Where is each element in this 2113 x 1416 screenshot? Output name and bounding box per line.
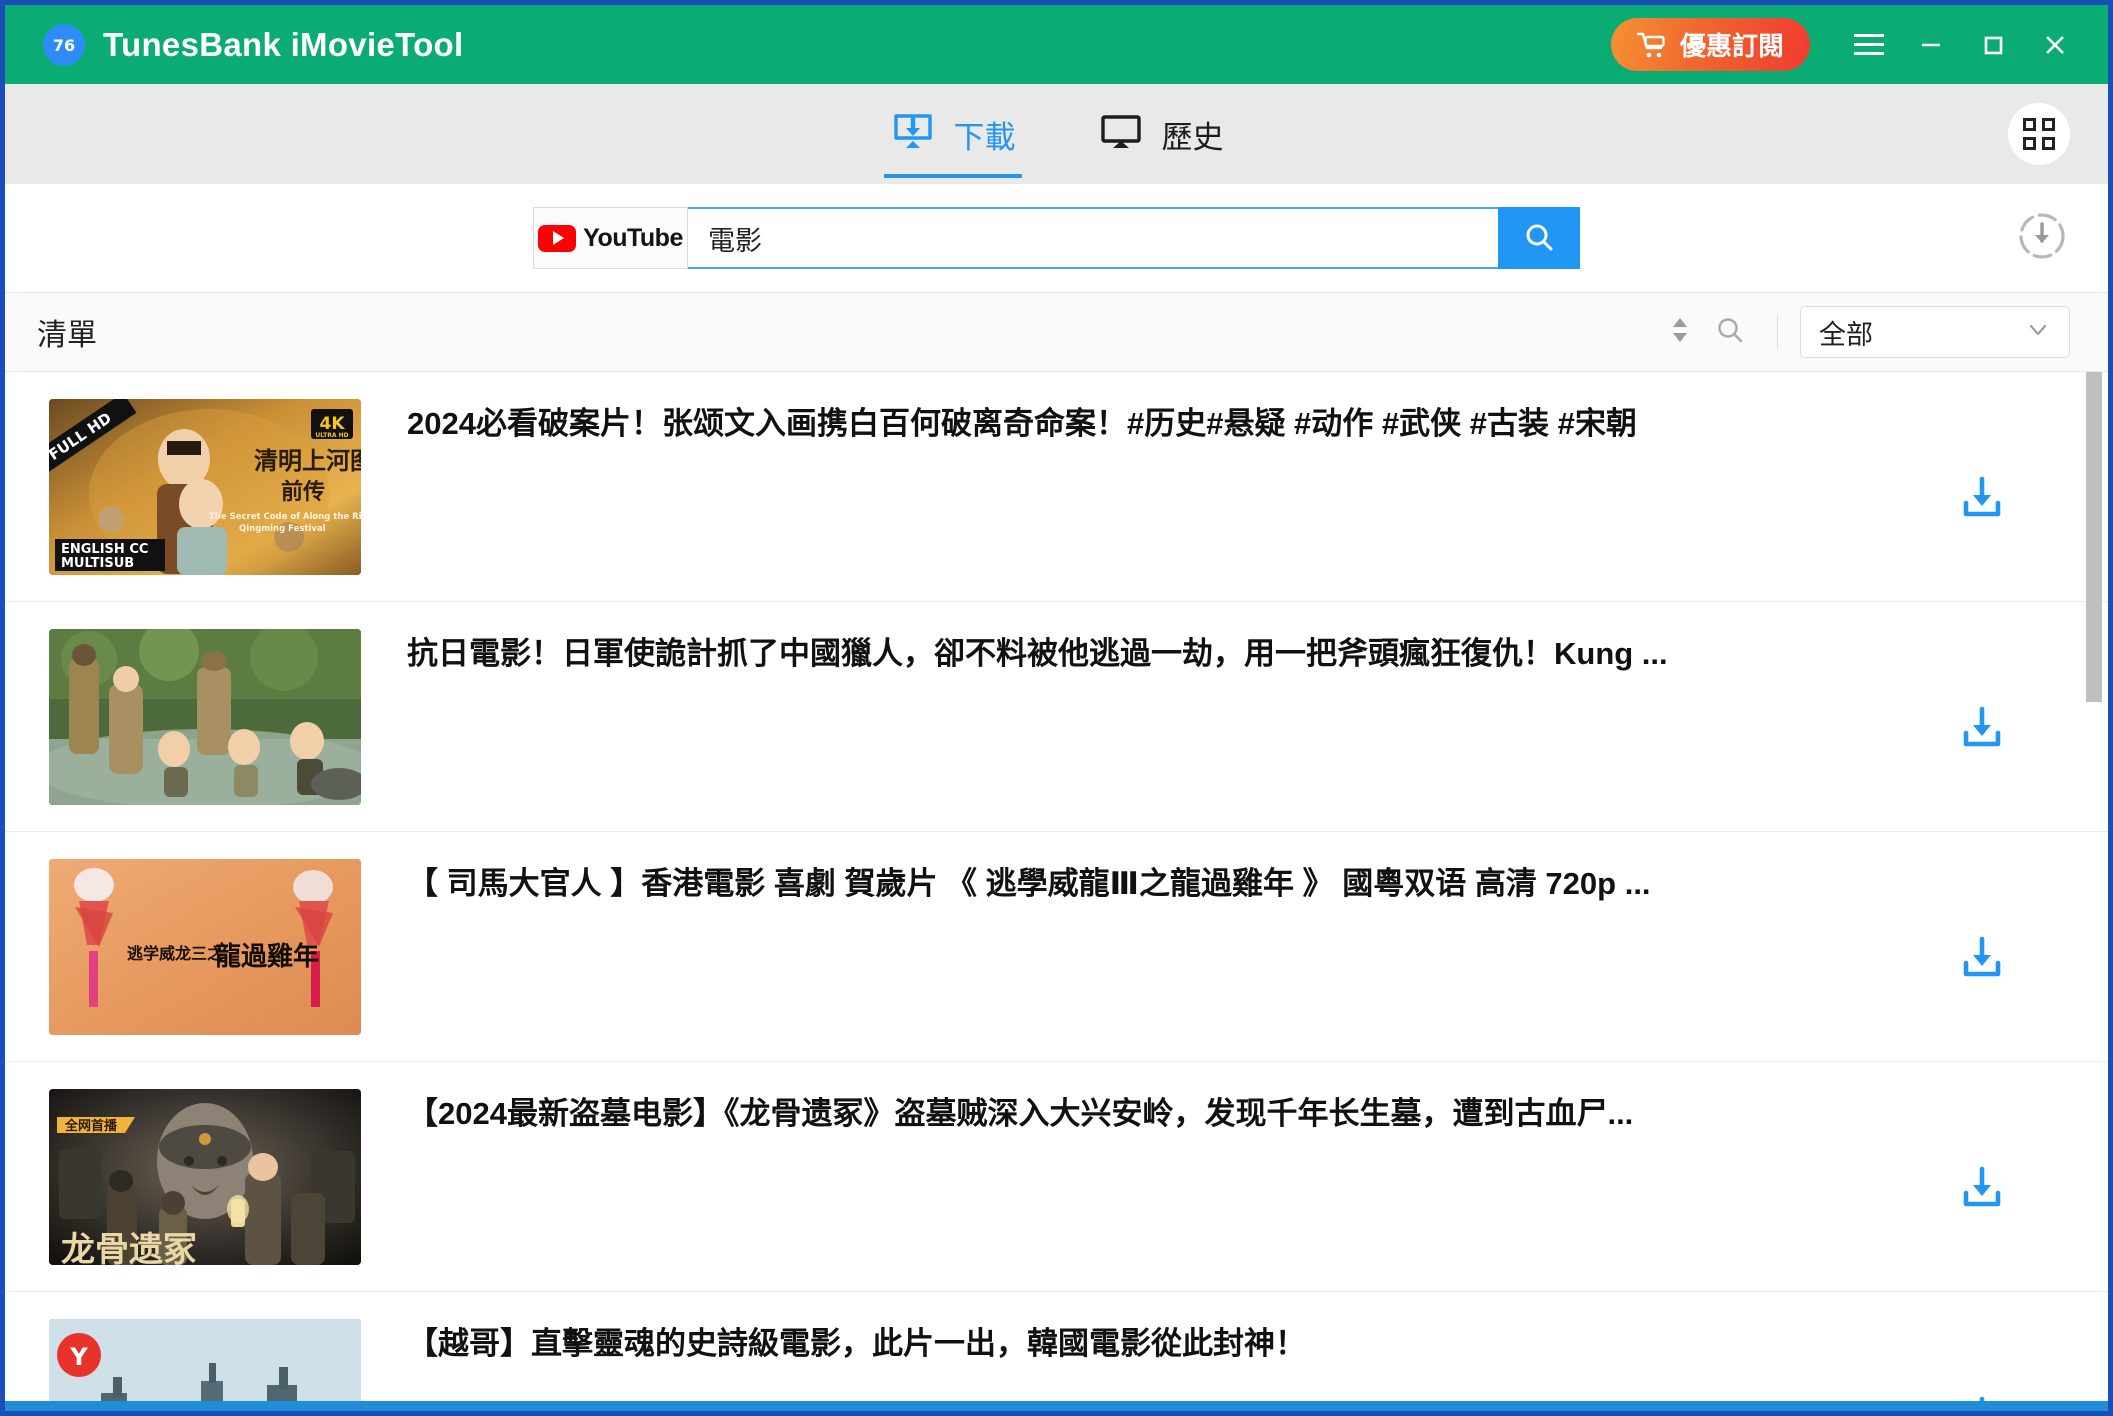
result-title: 抗日電影！日軍使詭計抓了中國獵人，卻不料被他逃過一劫，用一把斧頭瘋狂復仇！Kun… [407, 636, 1668, 671]
minimize-button[interactable] [1900, 14, 1962, 76]
table-row[interactable]: 清明上河图密码 前传 The Secret Code of Along the … [5, 372, 2108, 602]
tab-download-label: 下載 [953, 119, 1016, 155]
table-row[interactable]: 抗日電影！日軍使詭計抓了中國獵人，卻不料被他逃過一劫，用一把斧頭瘋狂復仇！Kun… [5, 602, 2108, 832]
titlebar-controls: 優惠訂閱 [1610, 14, 2086, 76]
thumbnail: Y [49, 1318, 361, 1411]
svg-text:清明上河图密码: 清明上河图密码 [254, 447, 361, 475]
grid-view-icon [2023, 118, 2055, 150]
table-row[interactable]: 全网首播 龙骨遗冢 【2024最新盗墓电影】《龙骨遗冢》盗墓贼深入大兴安岭，发现… [5, 1062, 2108, 1292]
list-header-controls: 全部 [1655, 306, 2070, 358]
svg-text:Y: Y [69, 1343, 88, 1371]
svg-text:逃学威龙三之: 逃学威龙三之 [127, 944, 223, 963]
tab-bar: 下載 歷史 [5, 84, 2108, 184]
maximize-button[interactable] [1962, 14, 2024, 76]
svg-text:龙骨遗冢: 龙骨遗冢 [61, 1230, 197, 1265]
subscribe-label: 優惠訂閱 [1679, 31, 1784, 61]
bottom-accent-bar [5, 1401, 2108, 1411]
cart-icon [1636, 31, 1667, 59]
result-title: 2024必看破案片！张颂文入画携白百何破离奇命案！#历史#悬疑 #动作 #武侠 … [407, 406, 1637, 441]
download-button[interactable] [1946, 464, 2018, 536]
app-brand: 76 TunesBank iMovieTool [43, 23, 464, 66]
source-selector-youtube[interactable]: YouTube [533, 207, 688, 269]
download-button[interactable] [1946, 694, 2018, 766]
download-monitor-icon [890, 110, 936, 159]
svg-text:MULTISUB: MULTISUB [61, 556, 134, 571]
thumbnail [49, 628, 361, 805]
search-button[interactable] [1498, 207, 1580, 269]
youtube-icon: YouTube [538, 224, 683, 253]
menu-button[interactable] [1838, 14, 1900, 76]
tab-history-label: 歷史 [1161, 119, 1224, 155]
download-icon [1956, 931, 2008, 988]
table-row[interactable]: 逃学威龙三之 龍過雞年 【 司馬大官人 】香港電影 喜劇 賀歲片 《 逃學威龍Ⅲ… [5, 832, 2108, 1062]
results-scrollbar[interactable] [2086, 372, 2102, 1411]
download-icon [1956, 701, 2008, 758]
svg-text:前传: 前传 [281, 479, 325, 505]
subscribe-button[interactable]: 優惠訂閱 [1610, 18, 1810, 71]
app-title: TunesBank iMovieTool [103, 25, 464, 63]
search-group: YouTube [533, 207, 1580, 269]
search-input[interactable] [688, 207, 1498, 269]
download-icon [1956, 1161, 2008, 1218]
svg-text:4K: 4K [319, 414, 345, 434]
svg-text:The Secret Code of Along the R: The Secret Code of Along the River Durin… [209, 512, 361, 522]
list-search-button[interactable] [1705, 307, 1755, 357]
grid-view-button[interactable] [2008, 103, 2070, 165]
filter-value: 全部 [1819, 319, 1873, 350]
thumbnail: 清明上河图密码 前传 The Secret Code of Along the … [49, 398, 361, 575]
results-list: 清明上河图密码 前传 The Secret Code of Along the … [5, 372, 2108, 1411]
monitor-icon [1098, 110, 1144, 159]
table-row[interactable]: Y 【越哥】直擊靈魂的史詩級電影，此片一出，韓國電影從此封神！ [5, 1292, 2108, 1411]
tab-history[interactable]: 歷史 [1092, 84, 1230, 184]
svg-text:ENGLISH CC: ENGLISH CC [61, 542, 148, 557]
sort-button[interactable] [1655, 307, 1705, 357]
close-icon [2039, 29, 2071, 61]
downloads-status-button[interactable] [2014, 210, 2070, 266]
youtube-wordmark: YouTube [583, 223, 683, 252]
thumbnail: 逃学威龙三之 龍過雞年 [49, 858, 361, 1035]
close-button[interactable] [2024, 14, 2086, 76]
result-title: 【 司馬大官人 】香港電影 喜劇 賀歲片 《 逃學威龍Ⅲ之龍過雞年 》 國粵双语… [407, 866, 1651, 901]
download-button[interactable] [1946, 1154, 2018, 1226]
divider [1777, 315, 1778, 349]
svg-text:76: 76 [53, 36, 75, 55]
search-icon [1521, 219, 1557, 258]
title-bar: 76 TunesBank iMovieTool 優惠訂閱 [5, 5, 2108, 84]
filter-dropdown[interactable]: 全部 [1800, 306, 2070, 358]
result-title: 【越哥】直擊靈魂的史詩級電影，此片一出，韓國電影從此封神！ [407, 1326, 1306, 1361]
maximize-icon [1977, 29, 2009, 61]
list-title: 清單 [37, 319, 97, 352]
search-bar: YouTube [5, 184, 2108, 292]
minimize-icon [1915, 29, 1947, 61]
chevron-down-icon [2025, 317, 2051, 348]
svg-text:龍過雞年: 龍過雞年 [215, 941, 319, 972]
svg-text:全网首播: 全网首播 [64, 1118, 118, 1134]
svg-text:Qingming Festival: Qingming Festival [239, 524, 326, 534]
download-button[interactable] [1946, 924, 2018, 996]
tab-download[interactable]: 下載 [883, 84, 1022, 184]
search-icon [1713, 313, 1747, 352]
download-icon [1956, 471, 2008, 528]
download-progress-icon [2015, 209, 2069, 268]
result-title: 【2024最新盗墓电影】《龙骨遗冢》盗墓贼深入大兴安岭，发现千年长生墓，遭到古血… [407, 1096, 1634, 1131]
app-window: 76 TunesBank iMovieTool 優惠訂閱 下載 歷史 YouTu… [0, 0, 2113, 1416]
thumbnail: 全网首播 龙骨遗冢 [49, 1088, 361, 1265]
scrollbar-thumb[interactable] [2086, 372, 2102, 702]
hamburger-menu-icon [1854, 34, 1884, 55]
sort-icon [1667, 313, 1693, 352]
app-logo-icon: 76 [43, 23, 85, 66]
svg-text:ULTRA HD: ULTRA HD [315, 432, 348, 439]
list-header: 清單 全部 [5, 292, 2108, 372]
